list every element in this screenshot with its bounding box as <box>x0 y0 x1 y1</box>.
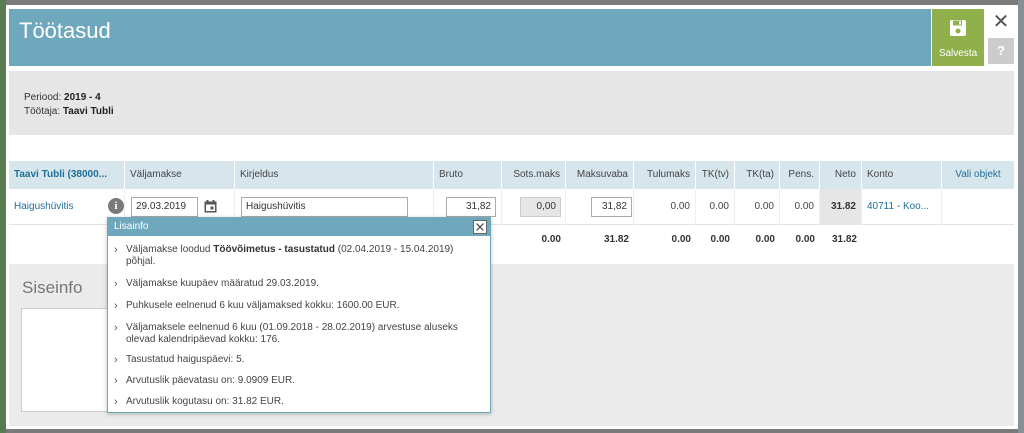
payment-date-input[interactable]: 29.03.2019 <box>131 197 198 217</box>
column-bruto: Bruto <box>434 161 502 189</box>
popup-header: Lisainfo <box>108 218 490 236</box>
internal-info-title: Siseinfo <box>22 278 83 297</box>
tk-ta-value: 0.00 <box>735 189 780 225</box>
column-payment-date: Väljamakse <box>125 161 235 189</box>
period-value: 2019 - 4 <box>64 92 101 103</box>
close-icon[interactable]: ✕ <box>990 11 1012 33</box>
close-icon[interactable] <box>473 220 487 234</box>
chevron-right-icon: › <box>114 322 118 334</box>
info-item-text: Tasustatud haiguspäevi: 5. <box>126 354 245 365</box>
info-item-text: Arvutuslik kogutasu on: 31.82 EUR. <box>126 396 284 407</box>
total-social-tax: 0.00 <box>541 234 561 245</box>
total-pension: 0.00 <box>795 234 815 245</box>
bruto-input[interactable]: 31,82 <box>446 197 496 217</box>
total-tk-ta: 0.00 <box>755 234 775 245</box>
absence-type: Töövõimetus - tasustatud <box>213 244 335 255</box>
save-button-label: Salvesta <box>938 48 978 59</box>
total-income-tax: 0.00 <box>671 234 691 245</box>
popup-title: Lisainfo <box>114 221 149 232</box>
column-account: Konto <box>862 161 942 189</box>
chevron-right-icon: › <box>114 300 118 312</box>
total-tk-tv: 0.00 <box>710 234 730 245</box>
column-tk-tv: TK(tv) <box>696 161 735 189</box>
employee-label: Töötaja: <box>24 106 63 117</box>
info-item-text: Väljamakse kuupäev määratud 29.03.2019. <box>126 278 319 289</box>
modal-header: Töötasud <box>9 9 931 66</box>
chevron-right-icon: › <box>114 244 118 256</box>
info-icon[interactable]: i <box>108 198 124 214</box>
period-info-panel: Periood: 2019 - 4 Töötaja: Taavi Tubli <box>9 71 1014 135</box>
chevron-right-icon: › <box>114 375 118 387</box>
table-header-row: Taavi Tubli (38000... Väljamakse Kirjeld… <box>9 161 1014 189</box>
calendar-icon[interactable] <box>204 200 217 213</box>
account-link[interactable]: 40711 - Koo... <box>862 189 942 225</box>
column-tk-ta: TK(ta) <box>735 161 780 189</box>
save-button[interactable]: Salvesta <box>932 9 984 66</box>
column-neto: Neto <box>820 161 862 189</box>
description-input[interactable]: Haigushüvitis <box>241 197 408 217</box>
background-strip-right <box>1018 0 1024 433</box>
tk-tv-value: 0.00 <box>696 189 735 225</box>
employee-line: Töötaja: Taavi Tubli <box>24 106 114 117</box>
select-object-link[interactable]: Vali objekt <box>942 161 1014 189</box>
page-title: Töötasud <box>19 18 111 43</box>
tax-free-input[interactable]: 31,82 <box>591 197 632 217</box>
income-tax-value: 0.00 <box>634 189 696 225</box>
chevron-right-icon: › <box>114 278 118 290</box>
column-income-tax: Tulumaks <box>634 161 696 189</box>
column-tax-free: Maksuvaba <box>566 161 634 189</box>
column-employee[interactable]: Taavi Tubli (38000... <box>9 161 125 189</box>
column-pension: Pens. <box>780 161 820 189</box>
chevron-right-icon: › <box>114 396 118 408</box>
internal-info-textarea[interactable] <box>21 308 121 412</box>
salary-modal: Töötasud Salvesta ✕ ? Periood: 2019 - 4 … <box>6 5 1018 429</box>
employee-value: Taavi Tubli <box>62 106 114 117</box>
neto-value: 31.82 <box>820 189 862 225</box>
total-tax-free: 31.82 <box>603 234 629 245</box>
floppy-disk-icon <box>950 20 966 36</box>
period-line: Periood: 2019 - 4 <box>24 92 101 103</box>
additional-info-popup: Lisainfo › Väljamakse loodud Töövõimetus… <box>107 217 491 413</box>
info-item-text: Väljamaksele eelnenud 6 kuu (01.09.2018 … <box>126 322 458 345</box>
pension-value: 0.00 <box>780 189 820 225</box>
column-social-tax: Sots.maks <box>502 161 566 189</box>
period-label: Periood: <box>24 92 65 103</box>
social-tax-input: 0,00 <box>520 197 561 217</box>
info-item-text: Arvutuslik päevatasu on: 9.0909 EUR. <box>126 375 295 386</box>
info-item-text: Väljamakse loodud <box>126 244 214 255</box>
total-neto: 31.82 <box>831 234 857 245</box>
info-item-text: Puhkusele eelnenud 6 kuu väljamaksed kok… <box>126 300 400 311</box>
column-description: Kirjeldus <box>235 161 434 189</box>
help-button[interactable]: ? <box>988 38 1014 64</box>
object-cell[interactable] <box>942 189 1014 225</box>
chevron-right-icon: › <box>114 354 118 366</box>
